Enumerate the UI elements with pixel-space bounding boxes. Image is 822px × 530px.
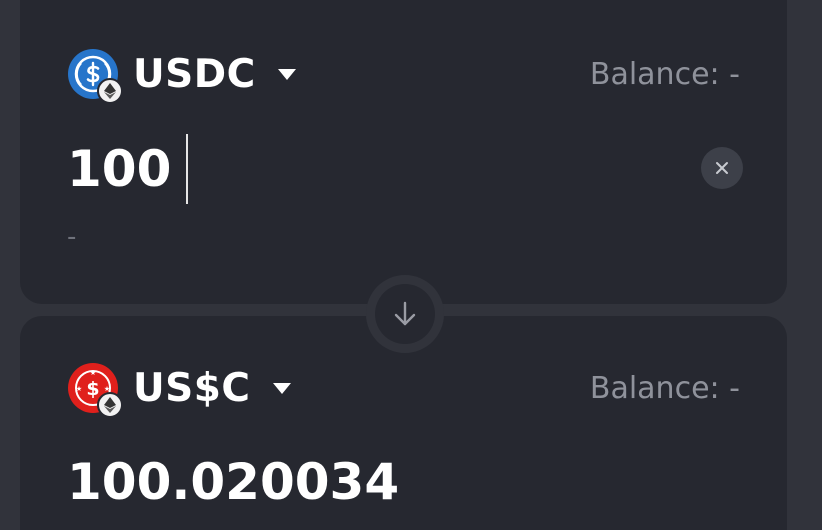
to-token-symbol: US$C xyxy=(133,365,251,411)
from-token-symbol: USDC xyxy=(133,51,256,97)
ethereum-icon xyxy=(97,78,123,104)
chevron-down-icon xyxy=(272,382,291,394)
swap-widget: USDC Balance: - - $ ★ ★ ★ xyxy=(0,0,822,530)
from-amount-input[interactable] xyxy=(67,133,667,205)
usdc-icon xyxy=(67,48,123,104)
swap-direction-button[interactable] xyxy=(366,275,444,353)
arrow-down-icon xyxy=(394,301,416,326)
from-usd-value: - xyxy=(67,222,77,252)
to-amount: 100.020034 xyxy=(67,453,400,511)
from-token-selector[interactable]: USDC xyxy=(67,48,296,104)
us-dollar-coin-icon: $ ★ ★ ★ xyxy=(67,362,123,418)
from-balance: Balance: - xyxy=(589,57,740,92)
from-token-card: USDC Balance: - - xyxy=(20,0,787,304)
close-icon xyxy=(716,162,728,174)
to-balance: Balance: - xyxy=(589,371,740,406)
clear-amount-button[interactable] xyxy=(701,147,743,189)
svg-text:$: $ xyxy=(86,378,99,400)
text-cursor xyxy=(186,134,188,204)
svg-text:★: ★ xyxy=(90,369,96,377)
to-token-selector[interactable]: $ ★ ★ ★ US$C xyxy=(67,362,291,418)
ethereum-icon xyxy=(97,392,123,418)
svg-text:★: ★ xyxy=(76,385,82,393)
chevron-down-icon xyxy=(277,68,296,80)
